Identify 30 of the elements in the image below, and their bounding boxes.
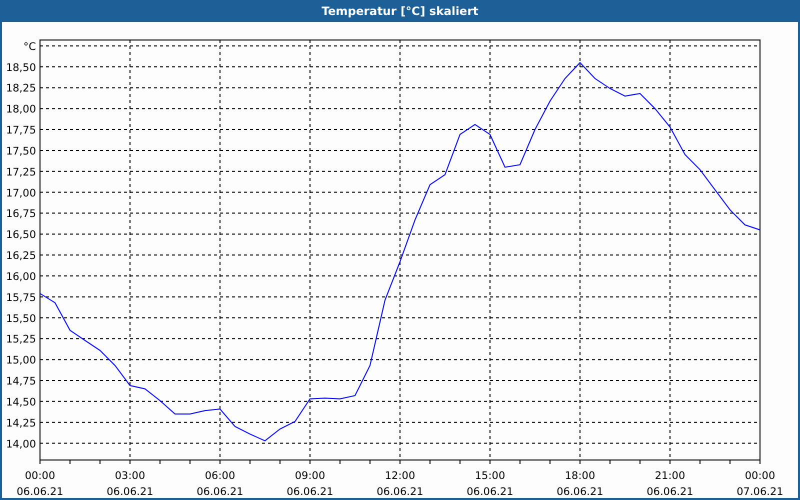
- y-axis-label: 16,75: [6, 208, 36, 220]
- y-axis-label: 17,50: [6, 145, 36, 158]
- y-axis-label: 18,00: [6, 104, 36, 116]
- y-axis-label: 17,00: [6, 187, 36, 200]
- y-axis-label: °C: [23, 40, 36, 53]
- y-axis-label: 15,00: [6, 354, 36, 367]
- y-axis-label: 15,25: [6, 334, 36, 346]
- y-axis-label: 17,75: [6, 124, 36, 137]
- y-axis-label: 14,00: [6, 438, 36, 450]
- y-axis-label: 17,25: [6, 166, 36, 178]
- y-axis-label: 15,50: [6, 312, 36, 325]
- x-axis-label: 09:00 06.06.21: [286, 470, 334, 498]
- x-axis-label: 18:00 06.06.21: [556, 470, 604, 498]
- x-axis-label: 12:00 06.06.21: [376, 470, 424, 498]
- x-axis-label: 00:00 07.06.21: [736, 470, 784, 498]
- y-axis-label: 15,75: [6, 292, 36, 304]
- y-axis-label: 18,50: [6, 62, 36, 74]
- y-axis-label: 16,50: [6, 229, 36, 242]
- window-title: Temperatur [°C] skaliert: [322, 4, 478, 18]
- x-axis-label: 00:00 06.06.21: [16, 470, 64, 498]
- y-axis-label: 14,75: [6, 376, 36, 388]
- x-axis-label: 06:00 06.06.21: [196, 470, 244, 498]
- y-axis-label: 14,50: [6, 396, 36, 408]
- y-axis-label: 18,25: [6, 82, 36, 95]
- x-axis-label: 03:00 06.06.21: [106, 470, 154, 498]
- y-axis-label: 14,25: [6, 417, 36, 430]
- x-axis-label: 15:00 06.06.21: [466, 470, 514, 498]
- y-axis-label: 16,25: [6, 250, 36, 262]
- y-axis-label: 16,00: [6, 270, 36, 283]
- x-axis-label: 21:00 06.06.21: [646, 470, 694, 498]
